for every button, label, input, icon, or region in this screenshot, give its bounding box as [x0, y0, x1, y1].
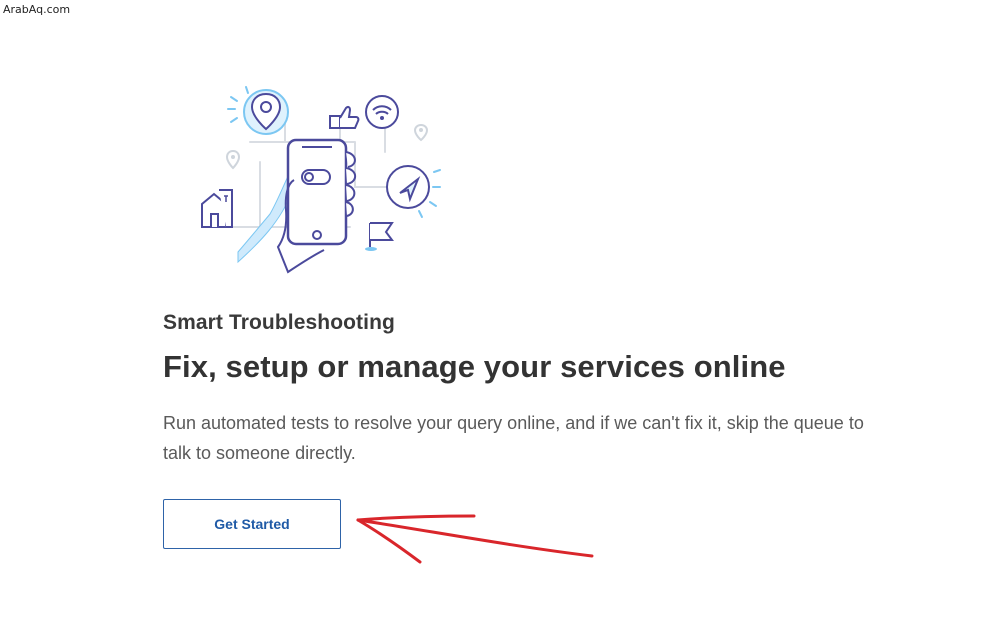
smart-troubleshooting-illustration — [190, 82, 450, 282]
wifi-icon — [365, 95, 399, 129]
flag-icon — [365, 222, 394, 251]
location-pin-left-icon — [225, 149, 241, 170]
house-icon — [201, 189, 233, 228]
location-pin-small-icon — [413, 123, 429, 142]
watermark-text: ArabAq.com — [3, 3, 71, 16]
page-description: Run automated tests to resolve your quer… — [163, 413, 864, 463]
compass-icon — [386, 165, 441, 218]
get-started-button[interactable]: Get Started — [163, 499, 341, 549]
annotation-arrow-icon — [350, 505, 600, 570]
section-eyebrow: Smart Troubleshooting — [163, 311, 395, 334]
page-title: Fix, setup or manage your services onlin… — [163, 349, 786, 384]
location-pin-icon — [227, 86, 289, 135]
phone-in-hand-icon — [237, 138, 357, 274]
thumbs-up-icon — [329, 105, 360, 129]
